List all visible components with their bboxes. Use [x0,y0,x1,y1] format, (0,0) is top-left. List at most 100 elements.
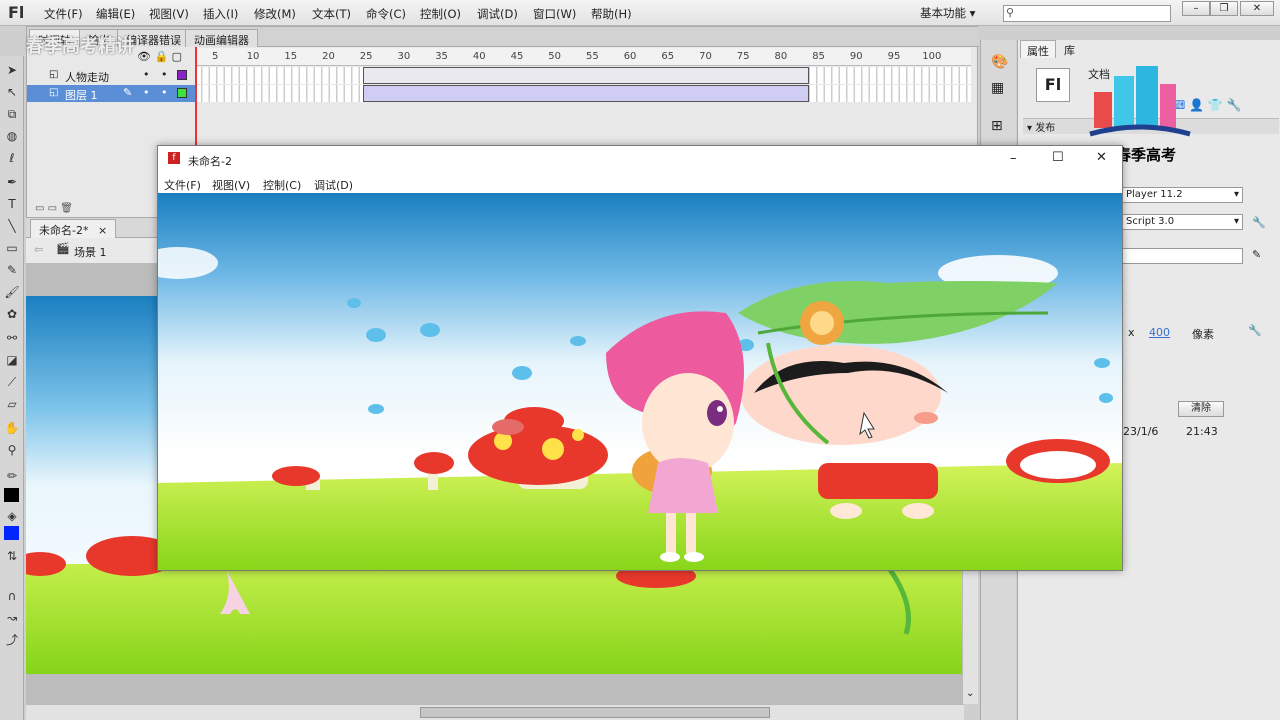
menu-text[interactable]: 文本(T) [312,6,351,22]
swap-colors-icon[interactable]: ⇅ [4,548,20,564]
menu-file[interactable]: 文件(F) [44,6,83,22]
frame-span[interactable] [363,67,809,84]
menu-control[interactable]: 控制(O) [420,6,461,22]
eyedropper-tool-icon[interactable]: ⟋ [4,374,20,390]
menu-edit[interactable]: 编辑(E) [96,6,135,22]
player-minimize-button[interactable]: – [1010,151,1017,166]
layer-row-selected[interactable]: ◱ 图层 1 ✎ • • [27,85,971,102]
close-button[interactable]: ✕ [1240,1,1274,16]
pen-tool-icon[interactable]: ✒ [4,174,20,190]
lasso-tool-icon[interactable]: ℓ [4,150,20,166]
text-tool-icon[interactable]: T [4,196,20,212]
app-logo: Fl [8,3,25,22]
player-value: Player 11.2 [1126,189,1183,200]
tab-close-icon[interactable]: × [98,224,107,237]
player-canvas[interactable] [158,193,1122,570]
size-height-value[interactable]: 400 [1149,326,1170,339]
player-menu-view[interactable]: 视图(V) [212,177,250,193]
smooth-icon[interactable]: ↝ [4,610,20,626]
frame-grid[interactable] [195,67,971,84]
pencil-icon: ✎ [123,86,133,99]
wrench-icon[interactable]: 🔧 [1252,216,1266,229]
menu-commands[interactable]: 命令(C) [366,6,406,22]
publish-section-label: 发布 [1035,123,1056,134]
tools-panel: ➤ ↖ ⧉ ◍ ℓ ✒ T ╲ ▭ ✎ 🖌 ✿ ⚯ ◪ ⟋ ▱ ✋ ⚲ ✏ ◈ … [0,56,24,720]
frame-tick-label: 45 [510,51,524,62]
stroke-color-swatch[interactable] [4,488,19,502]
brush-tool-icon[interactable]: 🖌 [4,284,20,300]
scroll-down-icon[interactable]: ⌄ [966,688,974,699]
frame-ruler[interactable]: 5 10 15 20 25 30 35 40 45 50 55 60 65 70 75 80 85 90 95 100 [195,48,971,66]
player-close-button[interactable]: ✕ [1096,150,1107,165]
player-maximize-button[interactable]: ☐ [1052,150,1064,165]
clear-button[interactable]: 清除 [1178,401,1224,417]
pencil-tool-icon[interactable]: ✎ [4,262,20,278]
back-arrow-icon[interactable]: ⇦ [34,243,43,256]
menu-view[interactable]: 视图(V) [149,6,189,22]
fill-color-swatch[interactable] [4,526,19,540]
menu-help[interactable]: 帮助(H) [591,6,632,22]
minimize-button[interactable]: – [1182,1,1210,16]
scene-icon: 🎬 [56,242,70,255]
swatches-panel-icon[interactable]: ▦ [991,80,1004,96]
free-transform-tool-icon[interactable]: ⧉ [4,106,20,122]
deco-tool-icon[interactable]: ✿ [4,306,20,322]
workspace-switcher[interactable]: 基本功能 ▾ [920,5,975,21]
frame-grid[interactable] [195,85,971,102]
horizontal-scroll-thumb[interactable] [420,707,770,718]
player-menu-file[interactable]: 文件(F) [164,177,201,193]
player-menu-debug[interactable]: 调试(D) [314,177,353,193]
hand-tool-icon[interactable]: ✋ [4,420,20,436]
line-tool-icon[interactable]: ╲ [4,218,20,234]
tab-motion-editor[interactable]: 动画编辑器 [185,29,258,47]
color-panel-icon[interactable]: 🎨 [991,54,1008,70]
document-tab[interactable]: 未命名-2* × [30,219,117,238]
frame-tick-label: 75 [736,51,750,62]
script-select[interactable]: Script 3.0 ▾ [1121,214,1243,230]
layer-header-icons[interactable]: 👁 🔒 ▢ [137,50,182,63]
layer-row[interactable]: ◱ 人物走动 • • [27,67,971,84]
tab-library[interactable]: 库 [1058,40,1081,58]
layer-color-swatch[interactable] [177,70,187,80]
menu-modify[interactable]: 修改(M) [254,6,296,22]
tab-properties[interactable]: 属性 [1020,40,1056,58]
flash-player-icon: f [168,152,180,164]
frame-tick-label: 60 [623,51,637,62]
player-menu-control[interactable]: 控制(C) [263,177,301,193]
pencil-edit-icon[interactable]: ✎ [1252,248,1261,261]
player-select[interactable]: Player 11.2 ▾ [1121,187,1243,203]
layer-lock-dot[interactable]: • [161,86,168,99]
selection-tool-icon[interactable]: ➤ [4,62,20,78]
zoom-tool-icon[interactable]: ⚲ [4,442,20,458]
bone-tool-icon[interactable]: ⚯ [4,330,20,346]
menu-debug[interactable]: 调试(D) [477,6,518,22]
snap-magnet-icon[interactable]: ∩ [4,588,20,604]
layer-footer-icons[interactable]: ▭ ▭ 🗑 [35,203,73,214]
eraser-tool-icon[interactable]: ▱ [4,396,20,412]
fill-color-icon[interactable]: ◈ [4,508,20,524]
restore-button[interactable]: ❐ [1210,1,1238,16]
layer-visible-dot[interactable]: • [143,68,150,81]
subselection-tool-icon[interactable]: ↖ [4,84,20,100]
search-input[interactable]: ⚲ [1003,5,1171,22]
menu-insert[interactable]: 插入(I) [203,6,238,22]
wrench-icon[interactable]: 🔧 [1248,324,1262,337]
menu-window[interactable]: 窗口(W) [533,6,576,22]
align-panel-icon[interactable]: ⊞ [991,118,1003,134]
frame-span-selected[interactable] [363,85,809,102]
stroke-color-icon[interactable]: ✏ [4,468,20,484]
layer-lock-dot[interactable]: • [161,68,168,81]
horizontal-scrollbar[interactable] [26,704,964,720]
paint-bucket-tool-icon[interactable]: ◪ [4,352,20,368]
document-tab-label: 未命名-2* [39,224,89,237]
frame-tick-label: 30 [397,51,411,62]
layer-icon: ◱ [49,87,59,98]
layer-visible-dot[interactable]: • [143,86,150,99]
layer-color-swatch[interactable] [177,88,187,98]
class-field[interactable] [1121,248,1243,264]
frame-tick-label: 50 [548,51,562,62]
straighten-icon[interactable]: ⤴ [4,632,20,648]
rectangle-tool-icon[interactable]: ▭ [4,240,20,256]
history-time: 21:43 [1186,425,1218,438]
3d-rotation-tool-icon[interactable]: ◍ [4,128,20,144]
